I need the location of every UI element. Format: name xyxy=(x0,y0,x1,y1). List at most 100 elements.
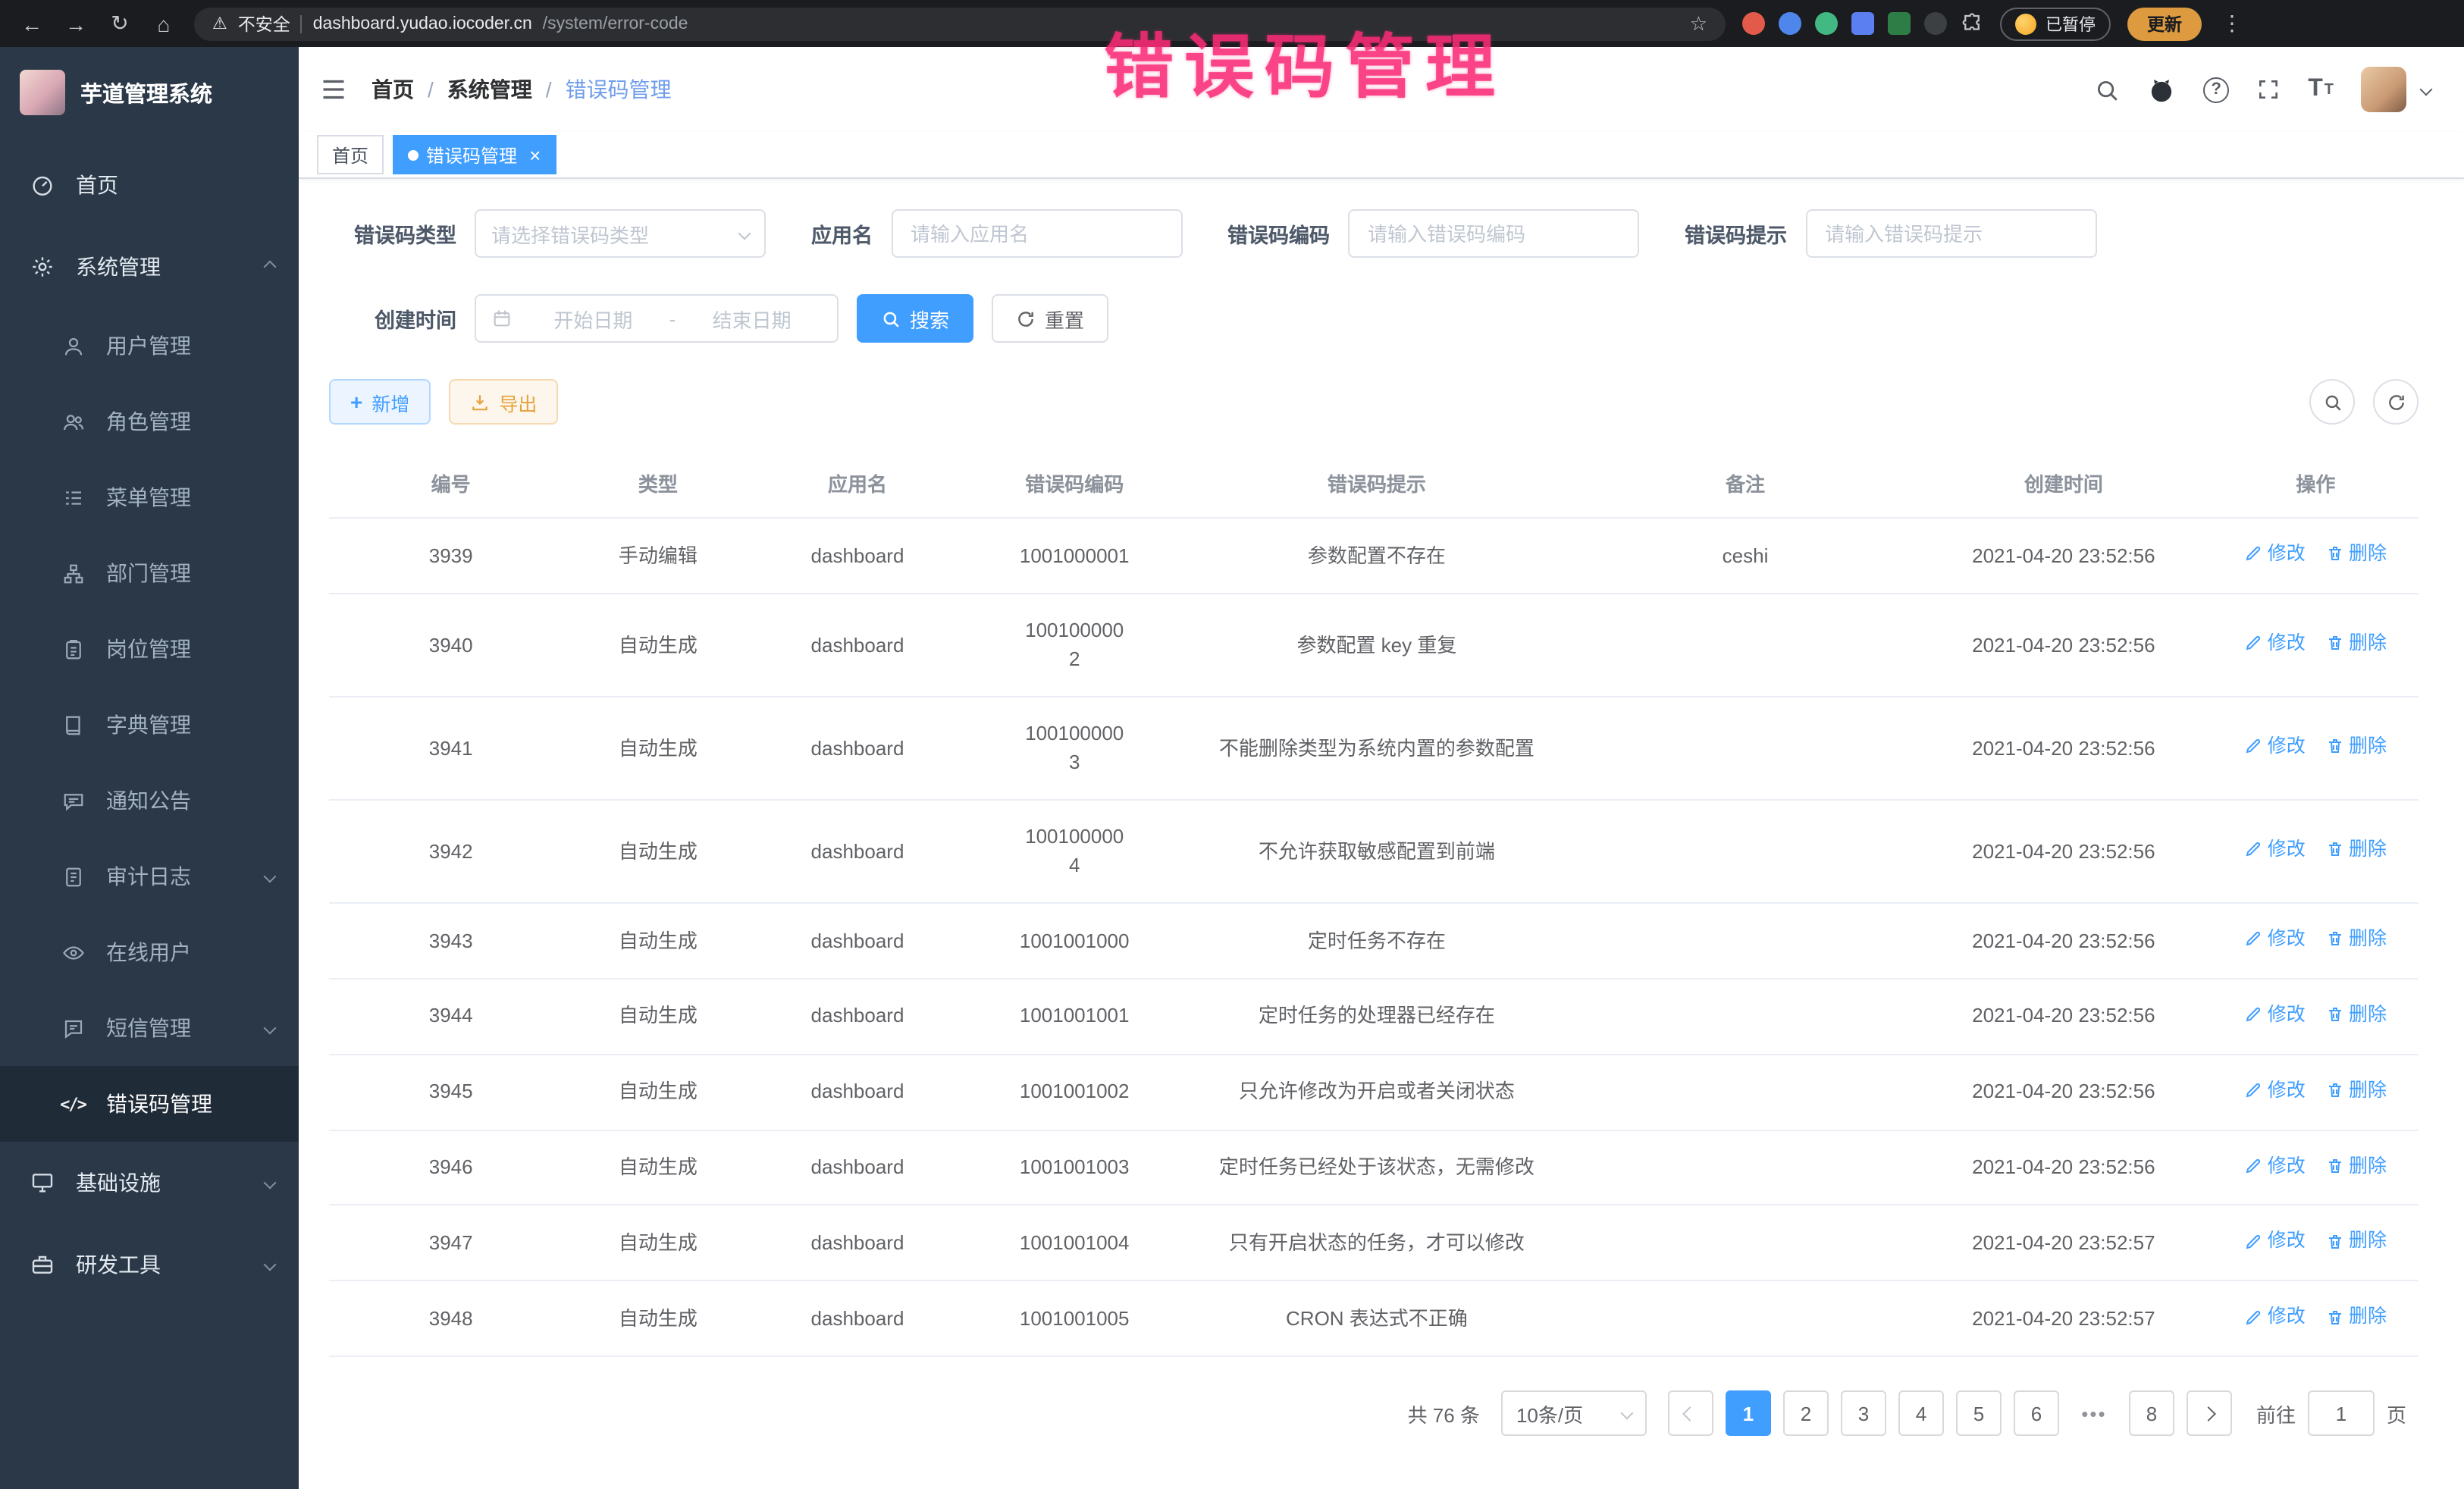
delete-link[interactable]: 删除 xyxy=(2326,540,2387,569)
chrome-update-button[interactable]: 更新 xyxy=(2127,7,2202,40)
delete-link[interactable]: 删除 xyxy=(2326,1152,2387,1180)
reload-icon[interactable]: ↻ xyxy=(106,11,133,36)
sidebar-item-notices[interactable]: 通知公告 xyxy=(0,763,299,839)
sidebar-item-system[interactable]: 系统管理 xyxy=(0,226,299,308)
sidebar-item-error-code[interactable]: </> 错误码管理 xyxy=(0,1066,299,1142)
edit-link[interactable]: 修改 xyxy=(2245,1152,2306,1180)
sidebar-item-label: 通知公告 xyxy=(106,785,191,816)
search-button[interactable]: 搜索 xyxy=(857,294,973,343)
extension-icon[interactable] xyxy=(1888,12,1911,35)
page-button-8[interactable]: 8 xyxy=(2129,1390,2174,1436)
show-search-button[interactable] xyxy=(2309,379,2355,425)
page-button-3[interactable]: 3 xyxy=(1841,1390,1886,1436)
sidebar-item-dictionary[interactable]: 字典管理 xyxy=(0,687,299,763)
more-pages-button[interactable]: ••• xyxy=(2071,1390,2117,1436)
chevron-down-icon xyxy=(264,1177,277,1190)
back-icon[interactable]: ← xyxy=(18,11,45,36)
add-button[interactable]: + 新增 xyxy=(329,379,431,425)
sidebar-item-online-users[interactable]: 在线用户 xyxy=(0,914,299,990)
sidebar-item-home[interactable]: 首页 xyxy=(0,144,299,226)
breadcrumb-home[interactable]: 首页 xyxy=(371,74,414,105)
edit-link[interactable]: 修改 xyxy=(2245,732,2306,761)
page-button-5[interactable]: 5 xyxy=(1956,1390,2002,1436)
export-button[interactable]: 导出 xyxy=(449,379,558,425)
kebab-menu-icon[interactable]: ⋮ xyxy=(2218,11,2246,36)
extension-icon[interactable] xyxy=(1851,12,1874,35)
sidebar-item-users[interactable]: 用户管理 xyxy=(0,308,299,384)
col-remark: 备注 xyxy=(1576,449,1914,518)
app-title: 芋道管理系统 xyxy=(80,77,212,108)
sidebar-item-posts[interactable]: 岗位管理 xyxy=(0,611,299,687)
prev-page-button[interactable] xyxy=(1668,1390,1713,1436)
cell-code: 1001001001 xyxy=(972,979,1177,1055)
forward-icon[interactable]: → xyxy=(62,11,89,36)
sidebar-item-infrastructure[interactable]: 基础设施 xyxy=(0,1142,299,1224)
github-icon[interactable] xyxy=(2147,75,2176,104)
page-size-select[interactable]: 10条/页 xyxy=(1501,1390,1647,1436)
users-icon xyxy=(58,410,88,433)
user-avatar[interactable] xyxy=(2361,67,2406,112)
edit-link[interactable]: 修改 xyxy=(2245,925,2306,954)
breadcrumb-system[interactable]: 系统管理 xyxy=(447,74,532,105)
sidebar-item-menus[interactable]: 菜单管理 xyxy=(0,459,299,535)
bookmark-star-icon[interactable]: ☆ xyxy=(1690,11,1707,36)
delete-link[interactable]: 删除 xyxy=(2326,835,2387,864)
search-icon[interactable] xyxy=(2094,77,2120,102)
tab-close-icon[interactable]: × xyxy=(529,143,541,166)
extension-icon[interactable] xyxy=(1815,12,1838,35)
edit-link[interactable]: 修改 xyxy=(2245,1001,2306,1030)
cell-remark xyxy=(1576,979,1914,1055)
delete-link[interactable]: 删除 xyxy=(2326,1001,2387,1030)
sidebar-item-audit-log[interactable]: 审计日志 xyxy=(0,839,299,914)
page-button-4[interactable]: 4 xyxy=(1898,1390,1944,1436)
profile-avatar-icon xyxy=(2015,13,2036,34)
app-name-input[interactable] xyxy=(891,209,1182,258)
hamburger-icon[interactable] xyxy=(320,76,347,103)
edit-link[interactable]: 修改 xyxy=(2245,629,2306,658)
delete-link[interactable]: 删除 xyxy=(2326,629,2387,658)
page-button-6[interactable]: 6 xyxy=(2014,1390,2059,1436)
delete-link[interactable]: 删除 xyxy=(2326,925,2387,954)
table-row: 3946 自动生成 dashboard 1001001003 定时任务已经处于该… xyxy=(329,1130,2419,1205)
extensions-puzzle-icon[interactable] xyxy=(1961,12,1983,35)
tab-error-code[interactable]: 错误码管理 × xyxy=(393,135,556,174)
next-page-button[interactable] xyxy=(2187,1390,2232,1436)
edit-link[interactable]: 修改 xyxy=(2245,1227,2306,1256)
goto-suffix: 页 xyxy=(2387,1399,2406,1428)
font-size-icon[interactable]: TT xyxy=(2308,76,2334,103)
profile-paused-badge[interactable]: 已暂停 xyxy=(2000,7,2111,40)
edit-link[interactable]: 修改 xyxy=(2245,540,2306,569)
extension-icon[interactable] xyxy=(1924,12,1947,35)
caret-down-icon[interactable] xyxy=(2420,83,2433,96)
sidebar-item-departments[interactable]: 部门管理 xyxy=(0,535,299,611)
refresh-button[interactable] xyxy=(2373,379,2419,425)
date-range-picker[interactable]: 开始日期 - 结束日期 xyxy=(475,294,839,343)
address-bar[interactable]: ⚠ 不安全 dashboard.yudao.iocoder.cn/system/… xyxy=(194,7,1726,40)
sidebar-item-sms[interactable]: 短信管理 xyxy=(0,990,299,1066)
extension-icon[interactable] xyxy=(1779,12,1801,35)
page-button-2[interactable]: 2 xyxy=(1783,1390,1829,1436)
edit-link[interactable]: 修改 xyxy=(2245,1303,2306,1332)
help-icon[interactable]: ? xyxy=(2203,77,2229,102)
sidebar-item-devtools[interactable]: 研发工具 xyxy=(0,1224,299,1306)
edit-link[interactable]: 修改 xyxy=(2245,1076,2306,1105)
edit-link[interactable]: 修改 xyxy=(2245,835,2306,864)
delete-link[interactable]: 删除 xyxy=(2326,1303,2387,1332)
chevron-down-icon xyxy=(264,1259,277,1271)
delete-link[interactable]: 删除 xyxy=(2326,1227,2387,1256)
page-button-1[interactable]: 1 xyxy=(1726,1390,1771,1436)
extension-icon[interactable] xyxy=(1742,12,1765,35)
reset-button[interactable]: 重置 xyxy=(992,294,1108,343)
home-icon[interactable]: ⌂ xyxy=(150,11,177,36)
error-hint-input[interactable] xyxy=(1805,209,2096,258)
tab-home[interactable]: 首页 xyxy=(317,135,384,174)
delete-link[interactable]: 删除 xyxy=(2326,1076,2387,1105)
delete-link[interactable]: 删除 xyxy=(2326,732,2387,761)
logo-image xyxy=(20,70,65,115)
cell-code: 100100000 3 xyxy=(972,697,1177,800)
sidebar-item-roles[interactable]: 角色管理 xyxy=(0,384,299,459)
goto-page-input[interactable] xyxy=(2308,1390,2375,1436)
error-code-input[interactable] xyxy=(1348,209,1639,258)
error-type-select[interactable]: 请选择错误码类型 xyxy=(475,209,766,258)
fullscreen-icon[interactable] xyxy=(2256,77,2281,102)
